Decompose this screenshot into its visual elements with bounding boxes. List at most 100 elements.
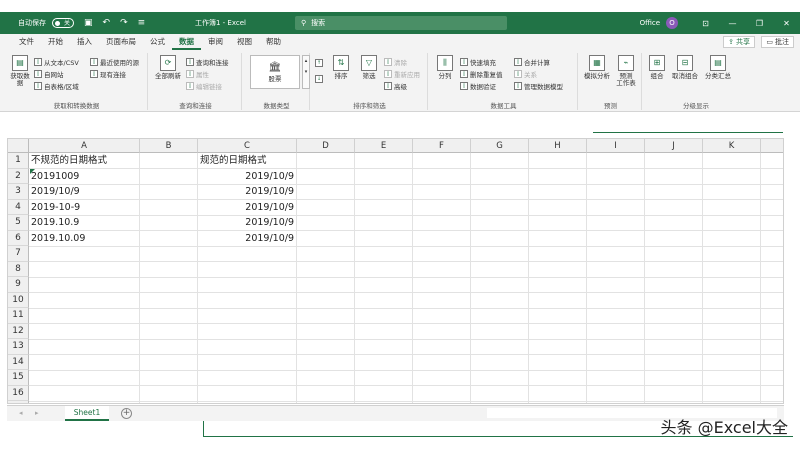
edit-links-button[interactable]: ▯ 编辑链接 xyxy=(186,81,222,91)
tab-formulas[interactable]: 公式 xyxy=(143,34,172,50)
stocks-button[interactable]: 🏛 股票 xyxy=(250,55,300,89)
add-sheet-button[interactable]: + xyxy=(121,408,132,419)
worksheet-grid[interactable]: A B C D E F G H I J K 1 2 3 4 5 6 7 8 9 … xyxy=(7,138,784,404)
row-header-9[interactable]: 9 xyxy=(8,277,29,293)
cell-c4[interactable]: 2019/10/9 xyxy=(198,200,294,216)
row-header-2[interactable]: 2 xyxy=(8,168,29,184)
reapply-button[interactable]: ▯ 重新应用 xyxy=(384,69,420,79)
col-header-a[interactable]: A xyxy=(29,139,140,153)
row-header-15[interactable]: 15 xyxy=(8,370,29,386)
search-box[interactable]: ⚲ 搜索 xyxy=(295,16,507,30)
cell-a2[interactable]: 20191009 xyxy=(31,169,79,185)
col-header-i[interactable]: I xyxy=(587,139,645,153)
clear-filter-button[interactable]: ▯ 清除 xyxy=(384,57,407,67)
tab-file[interactable]: 文件 xyxy=(12,34,41,50)
redo-icon[interactable]: ↷ xyxy=(120,18,128,28)
share-button[interactable]: ⇪ 共享 xyxy=(723,36,755,48)
cell-a3[interactable]: 2019/10/9 xyxy=(31,184,80,200)
from-web-button[interactable]: ▯ 自网站 xyxy=(34,69,64,79)
get-data-button[interactable]: ▤ 获取数据 xyxy=(8,55,32,88)
row-header-6[interactable]: 6 xyxy=(8,230,29,246)
cell-c5[interactable]: 2019/10/9 xyxy=(198,215,294,231)
refresh-all-button[interactable]: ⟳ 全部刷新 xyxy=(152,55,184,80)
filter-button[interactable]: ▽ 筛选 xyxy=(358,55,380,80)
flash-fill-button[interactable]: ▯ 快速填充 xyxy=(460,57,496,67)
recent-sources-button[interactable]: ▯ 最近使用的源 xyxy=(90,57,139,67)
relationships-button[interactable]: ▯ 关系 xyxy=(514,69,537,79)
row-header-8[interactable]: 8 xyxy=(8,261,29,277)
close-icon[interactable]: ✕ xyxy=(773,12,800,34)
ribbon-display-icon[interactable]: ⊡ xyxy=(692,12,719,34)
prev-sheet-icon[interactable]: ◂ xyxy=(19,409,23,417)
save-icon[interactable]: ▣ xyxy=(84,18,93,28)
sort-desc-button[interactable]: ↓ xyxy=(315,75,323,83)
subtotal-button[interactable]: ▤ 分类汇总 xyxy=(702,55,734,80)
text-to-columns-button[interactable]: ⫼ 分列 xyxy=(434,55,456,80)
col-header-k[interactable]: K xyxy=(703,139,761,153)
tab-home[interactable]: 开始 xyxy=(41,34,70,50)
manage-data-model-button[interactable]: ▯ 管理数据模型 xyxy=(514,81,563,91)
col-header-j[interactable]: J xyxy=(645,139,703,153)
autosave-toggle[interactable]: 关 xyxy=(52,18,74,28)
row-header-17[interactable]: 17 xyxy=(8,401,29,403)
properties-button[interactable]: ▯ 属性 xyxy=(186,69,209,79)
cell-a4[interactable]: 2019-10-9 xyxy=(31,200,80,216)
col-header-b[interactable]: B xyxy=(140,139,198,153)
tab-view[interactable]: 视图 xyxy=(230,34,259,50)
row-header-11[interactable]: 11 xyxy=(8,308,29,324)
row-header-13[interactable]: 13 xyxy=(8,339,29,355)
select-all-corner[interactable] xyxy=(8,139,29,153)
comments-button[interactable]: ▭ 批注 xyxy=(761,36,794,48)
cell-c3[interactable]: 2019/10/9 xyxy=(198,184,294,200)
tab-review[interactable]: 审阅 xyxy=(201,34,230,50)
data-validation-button[interactable]: ▯ 数据验证 xyxy=(460,81,496,91)
customize-qat-icon[interactable]: ≡ xyxy=(138,18,146,28)
sort-button[interactable]: ⇅ 排序 xyxy=(330,55,352,80)
col-header-h[interactable]: H xyxy=(529,139,587,153)
row-header-7[interactable]: 7 xyxy=(8,246,29,262)
sheet-tab-sheet1[interactable]: Sheet1 xyxy=(65,406,109,421)
cell-a6[interactable]: 2019.10.09 xyxy=(31,231,85,247)
cell-c1[interactable]: 规范的日期格式 xyxy=(200,153,267,169)
col-header-d[interactable]: D xyxy=(297,139,355,153)
row-header-12[interactable]: 12 xyxy=(8,323,29,339)
sort-asc-button[interactable]: ↑ xyxy=(315,59,323,67)
ungroup-button[interactable]: ⊟ 取消组合 xyxy=(668,55,702,80)
advanced-filter-button[interactable]: ▯ 高级 xyxy=(384,81,407,91)
col-header-c[interactable]: C xyxy=(198,139,297,153)
remove-duplicates-button[interactable]: ▯ 删除重复值 xyxy=(460,69,503,79)
col-header-g[interactable]: G xyxy=(471,139,529,153)
restore-icon[interactable]: ❐ xyxy=(746,12,773,34)
row-header-16[interactable]: 16 xyxy=(8,385,29,401)
row-header-5[interactable]: 5 xyxy=(8,215,29,231)
from-text-csv-button[interactable]: ▯ 从文本/CSV xyxy=(34,57,79,67)
what-if-analysis-button[interactable]: ▦ 模拟分析 xyxy=(582,55,612,80)
undo-icon[interactable]: ↶ xyxy=(103,18,111,28)
row-header-1[interactable]: 1 xyxy=(8,153,29,169)
consolidate-button[interactable]: ▯ 合并计算 xyxy=(514,57,550,67)
forecast-sheet-button[interactable]: ⌁ 预测 工作表 xyxy=(613,55,639,88)
cell-a1[interactable]: 不规范的日期格式 xyxy=(31,153,107,169)
cell-a5[interactable]: 2019.10.9 xyxy=(31,215,79,231)
col-header-f[interactable]: F xyxy=(413,139,471,153)
tab-help[interactable]: 帮助 xyxy=(259,34,288,50)
avatar[interactable]: O xyxy=(666,17,678,29)
existing-connections-button[interactable]: ▯ 现有连接 xyxy=(90,69,126,79)
data-types-scroll[interactable]: ▴ ▾ xyxy=(302,55,310,89)
account-name[interactable]: Office xyxy=(640,19,660,27)
from-table-button[interactable]: ▯ 自表格/区域 xyxy=(34,81,79,91)
next-sheet-icon[interactable]: ▸ xyxy=(35,409,39,417)
queries-connections-button[interactable]: ▯ 查询和连接 xyxy=(186,57,229,67)
row-header-14[interactable]: 14 xyxy=(8,354,29,370)
group-button[interactable]: ⊞ 组合 xyxy=(646,55,668,80)
col-header-e[interactable]: E xyxy=(355,139,413,153)
row-header-4[interactable]: 4 xyxy=(8,199,29,215)
row-header-10[interactable]: 10 xyxy=(8,292,29,308)
minimize-icon[interactable]: — xyxy=(719,12,746,34)
tab-page-layout[interactable]: 页面布局 xyxy=(99,34,143,50)
tab-data[interactable]: 数据 xyxy=(172,34,201,50)
error-indicator-icon[interactable] xyxy=(30,169,35,174)
tab-insert[interactable]: 插入 xyxy=(70,34,99,50)
cell-c6[interactable]: 2019/10/9 xyxy=(198,231,294,247)
row-header-3[interactable]: 3 xyxy=(8,184,29,200)
